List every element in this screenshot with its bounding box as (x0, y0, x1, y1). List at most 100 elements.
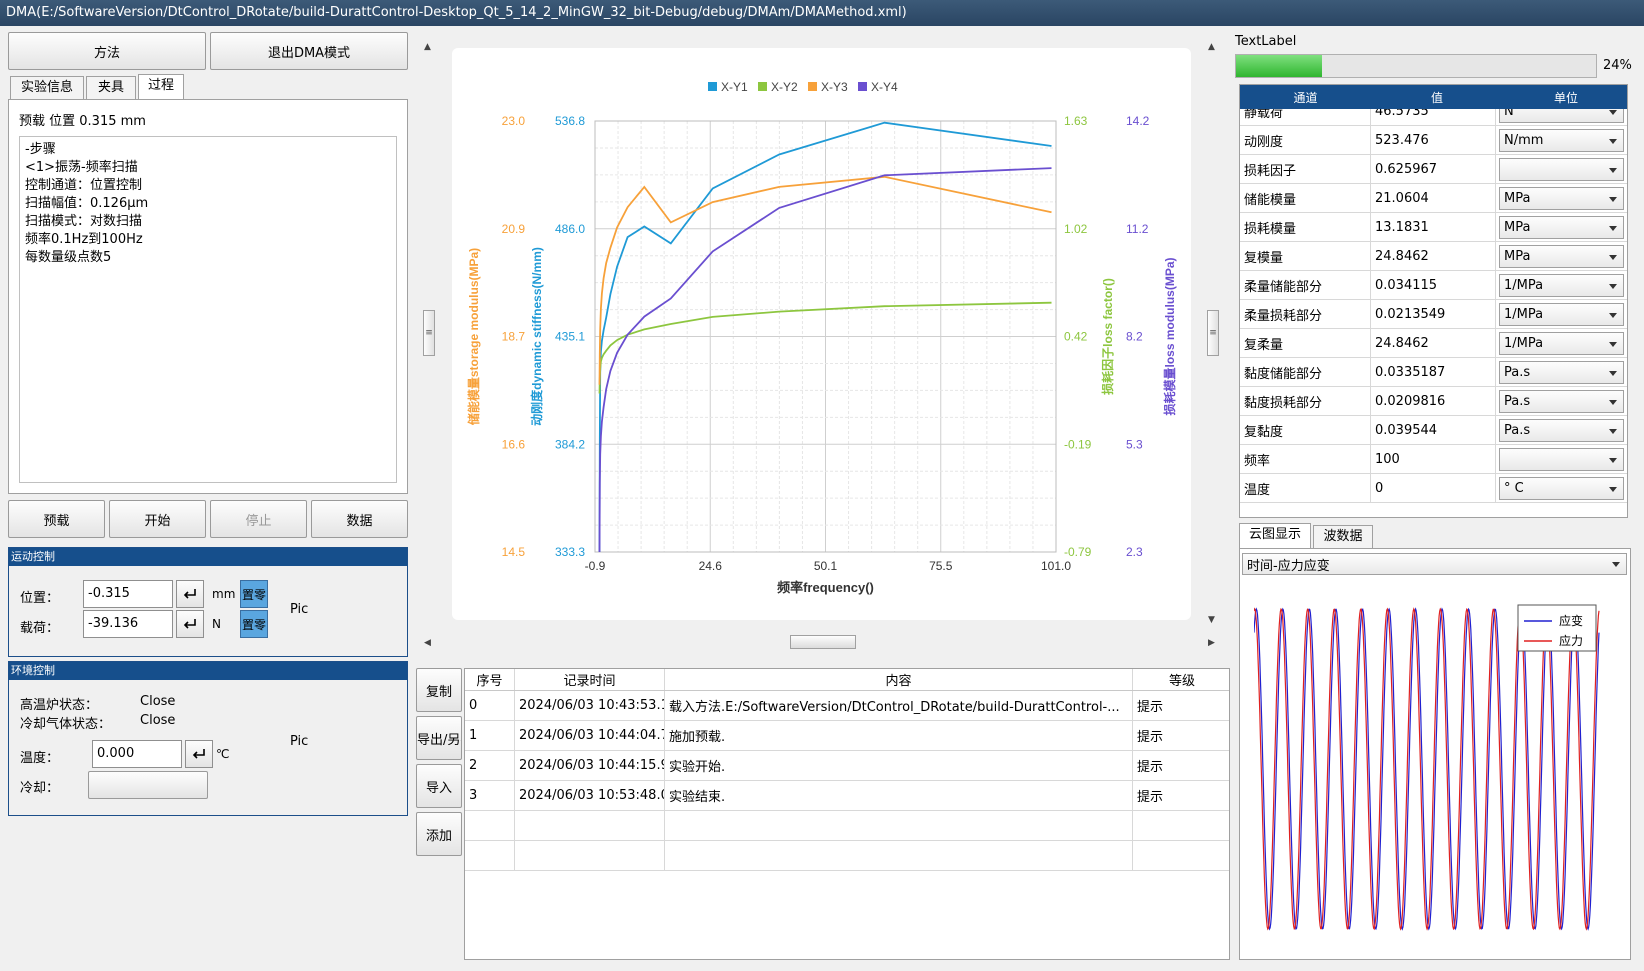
chevron-down-icon (1609, 486, 1617, 492)
parameter-unit-select[interactable]: MPa (1499, 245, 1624, 268)
right-splitter-handle[interactable]: ≡ (1207, 310, 1219, 356)
parameter-channel: 损耗模量 (1240, 213, 1371, 241)
wave-legend: 应变应力 (1517, 604, 1597, 652)
y-axis-title: 动刚度dynamic stiffness(N/mm) (529, 247, 544, 426)
log-time (515, 811, 665, 840)
add-button[interactable]: 添加 (416, 812, 462, 856)
parameter-unit: 1/MPa (1504, 307, 1544, 322)
parameter-unit-select[interactable]: Pa.s (1499, 361, 1624, 384)
tab-experiment-info[interactable]: 实验信息 (10, 76, 84, 100)
parameter-unit: MPa (1504, 249, 1531, 264)
chevron-down-icon (1612, 562, 1620, 567)
parameter-unit-select[interactable]: MPa (1499, 187, 1624, 210)
parameter-value: 100 (1371, 445, 1496, 473)
scroll-up-arrow[interactable]: ▲ (424, 42, 431, 52)
scroll-down-arrow-right[interactable]: ▼ (1208, 615, 1215, 625)
load-label: 载荷： (20, 621, 60, 636)
left-splitter-handle[interactable]: ≡ (423, 310, 435, 356)
tab-wave-data[interactable]: 波数据 (1313, 525, 1373, 549)
legend-label: X-Y1 (721, 80, 748, 94)
parameter-unit-select[interactable]: ° C (1499, 477, 1624, 500)
tab-fixture[interactable]: 夹具 (86, 76, 136, 100)
parameter-value: 13.1831 (1371, 213, 1496, 241)
window-title: DMA(E:/SoftwareVersion/DtControl_DRotate… (0, 0, 1644, 26)
parameter-channel: 复黏度 (1240, 416, 1371, 444)
preload-button[interactable]: 预载 (8, 500, 105, 538)
data-button[interactable]: 数据 (311, 500, 408, 538)
scroll-right-arrow[interactable]: ▶ (1208, 638, 1215, 648)
parameter-unit-select[interactable]: Pa.s (1499, 390, 1624, 413)
copy-button[interactable]: 复制 (416, 668, 462, 712)
chevron-down-icon (1609, 283, 1617, 289)
col-header-channel: 通道 (1293, 90, 1318, 105)
x-tick-label: -0.9 (585, 559, 606, 573)
parameter-unit-select[interactable]: 1/MPa (1499, 303, 1624, 326)
log-row[interactable] (465, 811, 1229, 841)
parameter-unit-select[interactable]: N (1499, 109, 1624, 123)
log-row[interactable]: 22024/06/03 10:44:15.942实验开始. 提示 (465, 751, 1229, 781)
chevron-down-icon (1609, 341, 1617, 347)
y-tick-label: 384.2 (555, 437, 585, 451)
stop-button[interactable]: 停止 (210, 500, 307, 538)
parameter-unit-select[interactable]: 1/MPa (1499, 332, 1624, 355)
log-row[interactable] (465, 841, 1229, 871)
y-tick-label: 16.6 (502, 437, 526, 451)
steps-textbox[interactable]: -步骤 <1>振荡-频率扫描 控制通道：位置控制 扫描幅值：0.126μm 扫描模式：对… (19, 136, 397, 483)
parameter-unit-select[interactable] (1499, 158, 1624, 181)
log-row[interactable]: 02024/06/03 10:43:53.190载入方法.E:/Software… (465, 691, 1229, 721)
parameter-unit-select[interactable]: MPa (1499, 216, 1624, 239)
start-button[interactable]: 开始 (109, 500, 206, 538)
step-line: 控制通道：位置控制 (25, 178, 143, 193)
parameter-row: 损耗因子 0.625967 (1240, 155, 1627, 184)
x-tick-label: 50.1 (814, 559, 838, 573)
position-field[interactable]: -0.315 (83, 580, 173, 608)
horizontal-scrollbar-thumb[interactable] (790, 635, 856, 649)
temperature-field[interactable]: 0.000 (92, 740, 182, 768)
position-enter-button[interactable] (176, 580, 204, 608)
col-header-content: 内容 (665, 669, 1133, 690)
tab-cloud-display[interactable]: 云图显示 (1239, 523, 1311, 549)
import-button[interactable]: 导入 (416, 764, 462, 808)
parameter-row: 储能模量 21.0604 MPa (1240, 184, 1627, 213)
tab-process[interactable]: 过程 (138, 74, 184, 100)
parameter-value: 0.0213549 (1371, 300, 1496, 328)
step-line: 扫描幅值：0.126μm (25, 196, 149, 211)
scroll-up-arrow-right[interactable]: ▲ (1208, 42, 1215, 52)
parameter-value: 523.476 (1371, 126, 1496, 154)
parameter-unit: 1/MPa (1504, 336, 1544, 351)
y-tick-label: 20.9 (502, 222, 526, 236)
load-zero-button[interactable]: 置零 (240, 610, 268, 638)
wave-legend-box (1517, 604, 1597, 652)
parameter-channel: 复模量 (1240, 242, 1371, 270)
log-time: 2024/06/03 10:43:53.190 (515, 691, 665, 720)
parameter-unit-select[interactable]: N/mm (1499, 129, 1624, 152)
parameter-unit-select[interactable] (1499, 448, 1624, 471)
parameter-channel: 黏度损耗部分 (1240, 387, 1371, 415)
chevron-down-icon (1609, 109, 1617, 115)
log-table-body: 02024/06/03 10:43:53.190载入方法.E:/Software… (465, 691, 1229, 959)
scroll-left-arrow[interactable]: ◀ (424, 638, 431, 648)
parameter-unit: MPa (1504, 220, 1531, 235)
parameter-unit-select[interactable]: 1/MPa (1499, 274, 1624, 297)
parameter-unit: N (1504, 109, 1514, 119)
parameter-table-body: 静载荷 46.5735 N 动刚度 523.476 N/mm 损耗因子 0.625967 储能模… (1240, 109, 1627, 517)
temperature-enter-button[interactable] (185, 740, 213, 768)
parameter-value: 0.0335187 (1371, 358, 1496, 386)
exit-dma-button[interactable]: 退出DMA模式 (210, 32, 408, 70)
position-zero-button[interactable]: 置零 (240, 580, 268, 608)
load-enter-button[interactable] (176, 610, 204, 638)
wave-type-select[interactable]: 时间-应力应变 (1242, 553, 1627, 575)
log-time: 2024/06/03 10:44:04.781 (515, 721, 665, 750)
parameter-value: 0.625967 (1371, 155, 1496, 183)
log-row[interactable]: 32024/06/03 10:53:48.027实验结束. 提示 (465, 781, 1229, 811)
cooling-button[interactable] (88, 771, 208, 799)
log-row[interactable]: 12024/06/03 10:44:04.781施加预载. 提示 (465, 721, 1229, 751)
chevron-down-icon (1609, 167, 1617, 173)
y-tick-label: 18.7 (502, 330, 526, 344)
method-button[interactable]: 方法 (8, 32, 206, 70)
load-field[interactable]: -39.136 (83, 610, 173, 638)
log-level (1133, 811, 1229, 840)
export-button[interactable]: 导出/另存 (416, 716, 462, 760)
parameter-unit-select[interactable]: Pa.s (1499, 419, 1624, 442)
env-pic: Pic (290, 734, 309, 749)
